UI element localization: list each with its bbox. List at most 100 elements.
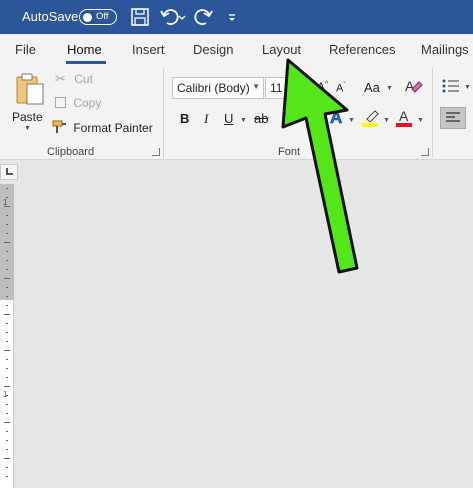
text-effects-dropdown-icon[interactable]: ▼: [348, 117, 355, 124]
ruler-tick: [4, 386, 10, 387]
tab-insert[interactable]: Insert: [132, 42, 165, 57]
ruler-tick: [6, 215, 8, 216]
ruler-tick: [6, 332, 8, 333]
highlighter-icon: [366, 110, 379, 123]
font-color-label: A: [399, 108, 409, 124]
change-case-button[interactable]: Aa ▼: [364, 80, 393, 95]
tab-design[interactable]: Design: [193, 42, 233, 57]
left-tab-icon: [6, 168, 13, 175]
customize-quick-access-icon[interactable]: [226, 6, 238, 28]
ruler-tick: [4, 206, 10, 207]
underline-dropdown-icon[interactable]: ▼: [240, 117, 247, 124]
ribbon-home: Paste ▼ ✂ Cut Copy Format Painter Clipbo…: [0, 64, 473, 160]
ruler-tick: [6, 197, 8, 198]
save-icon[interactable]: [129, 6, 151, 28]
font-name-value: Calibri (Body): [177, 81, 250, 95]
paste-icon: [16, 73, 44, 105]
svg-text:A: A: [405, 78, 415, 94]
ruler-tick: [4, 350, 10, 351]
ruler-tick: [4, 242, 10, 243]
ruler-tick: [6, 431, 8, 432]
ruler-tick: [6, 368, 8, 369]
ruler-tick: [6, 323, 8, 324]
font-size-value: 11: [270, 81, 283, 95]
shrink-font-button[interactable]: Aˇ: [336, 82, 346, 95]
ruler-tick: [4, 458, 10, 459]
ruler-tick: [6, 305, 8, 306]
grow-font-button[interactable]: A^: [317, 80, 328, 94]
font-size-combo[interactable]: 11: [265, 77, 291, 99]
ruler-tick: [6, 449, 8, 450]
autosave-toggle[interactable]: Off: [79, 9, 117, 25]
ruler-tick: [6, 404, 8, 405]
paintbrush-icon: [52, 120, 66, 133]
tab-references[interactable]: References: [329, 42, 395, 57]
ruler-tick: [4, 278, 10, 279]
bullets-dropdown-icon[interactable]: ▼: [464, 84, 471, 91]
bold-button[interactable]: B: [180, 111, 189, 126]
ruler-tick: [6, 359, 8, 360]
ruler-tick: [6, 341, 8, 342]
ruler-tick: [6, 233, 8, 234]
ruler-tick: [6, 251, 8, 252]
ruler-tick: [6, 377, 8, 378]
italic-button[interactable]: I: [204, 111, 208, 127]
paste-button[interactable]: Paste ▼: [8, 68, 48, 132]
highlight-color-bar: [362, 123, 378, 127]
ribbon-tab-row: File Home Insert Design Layout Reference…: [0, 34, 473, 64]
copy-button[interactable]: Copy: [55, 96, 101, 110]
copy-icon: [55, 97, 66, 108]
clipboard-group-label: Clipboard: [47, 146, 95, 158]
group-separator: [163, 68, 164, 158]
ruler-tick: [6, 440, 8, 441]
text-effects-button[interactable]: A: [330, 108, 343, 128]
underline-button[interactable]: U: [224, 111, 233, 126]
ruler-tick: [6, 467, 8, 468]
clipboard-dialog-launcher[interactable]: [152, 148, 160, 156]
ruler-tick: [6, 224, 8, 225]
ruler-tick: [6, 296, 8, 297]
cut-button[interactable]: ✂ Cut: [55, 71, 93, 87]
redo-icon[interactable]: [192, 6, 214, 28]
title-bar: AutoSave Off: [0, 0, 473, 34]
ruler-tick: [6, 395, 8, 396]
chevron-down-icon: ▼: [252, 82, 260, 91]
paste-label: Paste: [12, 110, 43, 124]
font-name-combo[interactable]: Calibri (Body) ▼: [172, 77, 264, 99]
strikethrough-button[interactable]: ab: [254, 111, 268, 126]
tab-mailings[interactable]: Mailings: [421, 42, 469, 57]
highlight-dropdown-icon[interactable]: ▼: [383, 117, 390, 124]
group-separator: [432, 68, 433, 158]
tab-home[interactable]: Home: [67, 42, 102, 57]
font-group-label: Font: [278, 146, 301, 158]
clear-formatting-icon[interactable]: A: [404, 76, 424, 96]
change-case-label: Aa: [364, 80, 380, 95]
paste-dropdown-icon: ▼: [24, 125, 31, 132]
ruler-tick: [6, 476, 8, 477]
ruler-tick: [6, 260, 8, 261]
ruler-tick: [6, 188, 8, 189]
tab-selector[interactable]: [0, 164, 18, 180]
autosave-label: AutoSave: [22, 9, 79, 24]
ruler-tick: [6, 413, 8, 414]
autosave-state: Off: [96, 11, 109, 22]
tab-layout[interactable]: Layout: [262, 42, 301, 57]
ruler-tick: [4, 422, 10, 423]
font-color-bar: [396, 123, 412, 127]
bullets-icon[interactable]: [441, 78, 461, 94]
format-painter-button[interactable]: Format Painter: [52, 120, 153, 135]
highlight-button[interactable]: [362, 108, 380, 128]
align-left-button[interactable]: [440, 107, 466, 129]
align-left-icon: [446, 112, 460, 122]
toggle-knob: [83, 12, 92, 22]
font-color-dropdown-icon[interactable]: ▼: [417, 117, 424, 124]
vertical-ruler: 1 1: [0, 184, 14, 488]
ruler-tick: [4, 314, 10, 315]
undo-dropdown-icon[interactable]: [177, 6, 187, 28]
chevron-down-icon: ▼: [386, 85, 393, 92]
cut-label: Cut: [74, 72, 93, 86]
ruler-tick: [6, 269, 8, 270]
font-color-button[interactable]: A: [396, 108, 414, 128]
tab-file[interactable]: File: [15, 42, 36, 57]
font-dialog-launcher[interactable]: [421, 148, 429, 156]
